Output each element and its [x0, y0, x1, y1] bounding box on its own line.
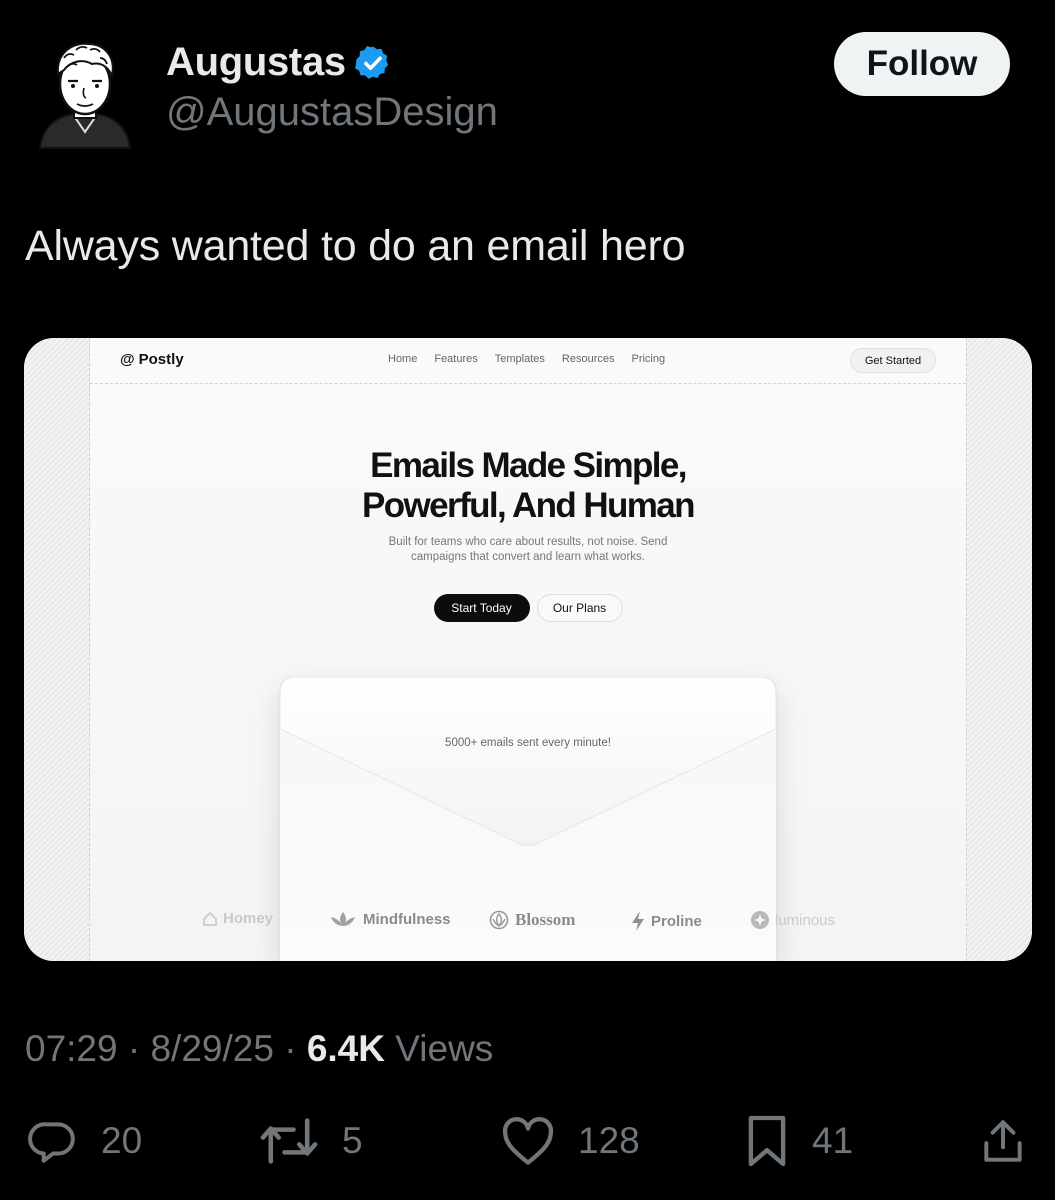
blossom-icon	[489, 910, 509, 930]
hero-subtitle-line-1: Built for teams who care about results, …	[388, 536, 668, 548]
brand-name: Postly	[138, 351, 184, 368]
sparkle-icon	[751, 911, 769, 929]
hero-cta-row: Start Today Our Plans	[90, 594, 966, 622]
hero-subtitle-line-2: campaigns that convert and learn what wo…	[411, 551, 645, 563]
envelope-caption: 5000+ emails sent every minute!	[445, 737, 611, 749]
tweet-meta: 07:29 · 8/29/25 · 6.4K Views	[25, 1028, 493, 1070]
share-icon	[984, 1120, 1022, 1162]
partner-logos: Homey Mindfulness Blossom Proline lumino…	[90, 910, 966, 934]
nav-link-home: Home	[388, 353, 418, 365]
author-avatar[interactable]	[34, 36, 136, 152]
heart-icon	[502, 1117, 554, 1165]
reply-icon	[28, 1122, 75, 1163]
hero-title: Emails Made Simple, Powerful, And Human	[90, 446, 966, 526]
repost-icon	[260, 1118, 318, 1164]
site-nav-links: Home Features Templates Resources Pricin…	[388, 353, 665, 365]
envelope-flap	[280, 677, 776, 846]
bookmark-count: 41	[812, 1120, 854, 1161]
author-name[interactable]: Augustas	[166, 40, 346, 85]
meta-separator: ·	[127, 1028, 141, 1069]
share-button[interactable]	[978, 1112, 1028, 1170]
verified-badge-icon	[354, 44, 392, 82]
meta-separator: ·	[284, 1028, 297, 1069]
tweet-time[interactable]: 07:29	[25, 1028, 118, 1069]
views-label: Views	[395, 1028, 494, 1069]
reply-button[interactable]: 20	[25, 1112, 142, 1170]
tweet-media-image[interactable]: @ Postly Home Features Templates Resourc…	[24, 338, 1032, 961]
lotus-icon	[331, 912, 355, 926]
tweet-date[interactable]: 8/29/25	[150, 1028, 273, 1069]
logo-blossom: Blossom	[488, 910, 575, 930]
nav-link-pricing: Pricing	[631, 353, 666, 365]
hero-title-line-2: Powerful, And Human	[362, 486, 696, 525]
like-button[interactable]: 128	[500, 1112, 640, 1170]
bookmark-button[interactable]: 41	[744, 1112, 853, 1170]
our-plans-button: Our Plans	[536, 594, 623, 622]
bolt-icon	[632, 911, 644, 931]
hatched-margin-left	[24, 338, 90, 961]
author-handle[interactable]: @AugustasDesign	[166, 90, 498, 135]
site-brand: @ Postly	[120, 351, 184, 368]
nav-link-features: Features	[434, 353, 478, 365]
hero-title-line-1: Emails Made Simple,	[370, 446, 687, 485]
home-icon	[203, 911, 217, 926]
logo-mindfulness: Mindfulness	[328, 910, 451, 928]
at-sign-icon: @	[120, 351, 135, 368]
views-count: 6.4K	[306, 1028, 385, 1069]
tweet-text: Always wanted to do an email hero	[25, 222, 686, 270]
start-today-button: Start Today	[433, 594, 530, 622]
get-started-button: Get Started	[850, 348, 936, 373]
bookmark-icon	[748, 1115, 786, 1167]
follow-button[interactable]: Follow	[834, 32, 1010, 96]
hero-subtitle: Built for teams who care about results, …	[90, 535, 966, 565]
logo-luminous: luminous	[750, 910, 835, 930]
nav-link-resources: Resources	[561, 353, 615, 365]
landing-page-preview: @ Postly Home Features Templates Resourc…	[90, 338, 966, 961]
hatched-margin-right	[966, 338, 1032, 961]
nav-link-templates: Templates	[494, 353, 545, 365]
like-count: 128	[578, 1120, 640, 1161]
logo-homey: Homey	[202, 910, 273, 927]
reply-count: 20	[101, 1120, 143, 1161]
site-navbar: @ Postly Home Features Templates Resourc…	[90, 338, 966, 384]
logo-proline: Proline	[630, 910, 702, 932]
repost-count: 5	[342, 1120, 363, 1161]
repost-button[interactable]: 5	[258, 1112, 363, 1170]
